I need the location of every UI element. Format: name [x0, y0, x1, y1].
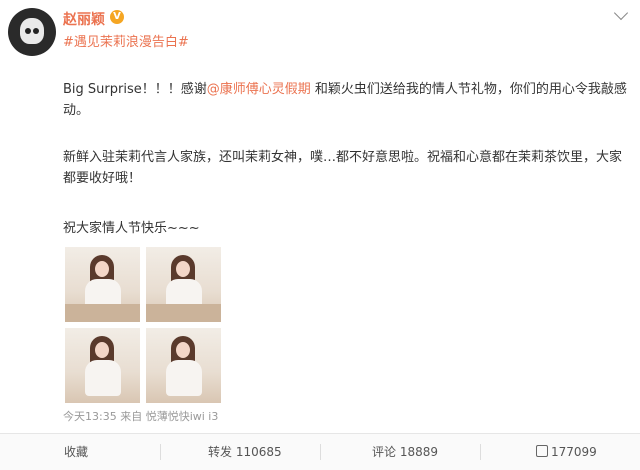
photo-face — [95, 342, 109, 358]
post-paragraph-3: 祝大家情人节快乐~~~ — [63, 221, 200, 236]
like-button[interactable]: 177099 — [536, 434, 597, 470]
comment-button[interactable]: 评论 18889 — [372, 434, 438, 470]
photo-clothes — [85, 360, 121, 396]
photo-face — [95, 261, 109, 277]
avatar-eye-right — [33, 28, 39, 34]
post-image-4[interactable] — [146, 328, 221, 403]
post-image-2[interactable] — [146, 247, 221, 322]
verified-badge-icon: V — [110, 10, 124, 24]
like-count: 177099 — [551, 445, 597, 459]
username[interactable]: 赵丽颖 — [63, 9, 105, 29]
photo-face — [176, 261, 190, 277]
divider — [320, 444, 321, 460]
photo-table — [146, 304, 221, 322]
divider — [160, 444, 161, 460]
post-image-3[interactable] — [65, 328, 140, 403]
avatar[interactable] — [8, 8, 56, 56]
photo-clothes — [166, 360, 202, 396]
action-bar: 收藏 转发 110685 评论 18889 177099 — [0, 433, 640, 470]
chevron-down-icon[interactable] — [613, 5, 629, 21]
post-text-a: Big Surprise！！！感谢 — [63, 82, 207, 97]
post-image-1[interactable] — [65, 247, 140, 322]
photo-table — [65, 304, 140, 322]
mention-link[interactable]: @康师傅心灵假期 — [207, 82, 311, 97]
repost-button[interactable]: 转发 110685 — [208, 434, 282, 470]
post-text-c: 动。 — [63, 103, 90, 118]
photo-face — [176, 342, 190, 358]
like-thumb-icon — [536, 445, 548, 457]
topic-link[interactable]: #遇见茉莉浪漫告白# — [63, 31, 189, 50]
post-meta[interactable]: 今天13:35 来自 悦薄悦快iwi i3 — [63, 408, 218, 424]
post-paragraph-2: 新鲜入驻茉莉代言人家族，还叫茉莉女神，噗…都不好意思啦。祝福和心意都在茉莉茶饮里… — [63, 150, 623, 186]
avatar-eye-left — [25, 28, 31, 34]
post-text-b: 和颖火虫们送给我的情人节礼物，你们的用心令我敲感 — [310, 82, 627, 97]
divider — [480, 444, 481, 460]
avatar-face — [20, 18, 44, 44]
favorite-button[interactable]: 收藏 — [64, 434, 88, 470]
post-paragraph-1: Big Surprise！！！感谢@康师傅心灵假期 和颖火虫们送给我的情人节礼物… — [63, 79, 629, 121]
